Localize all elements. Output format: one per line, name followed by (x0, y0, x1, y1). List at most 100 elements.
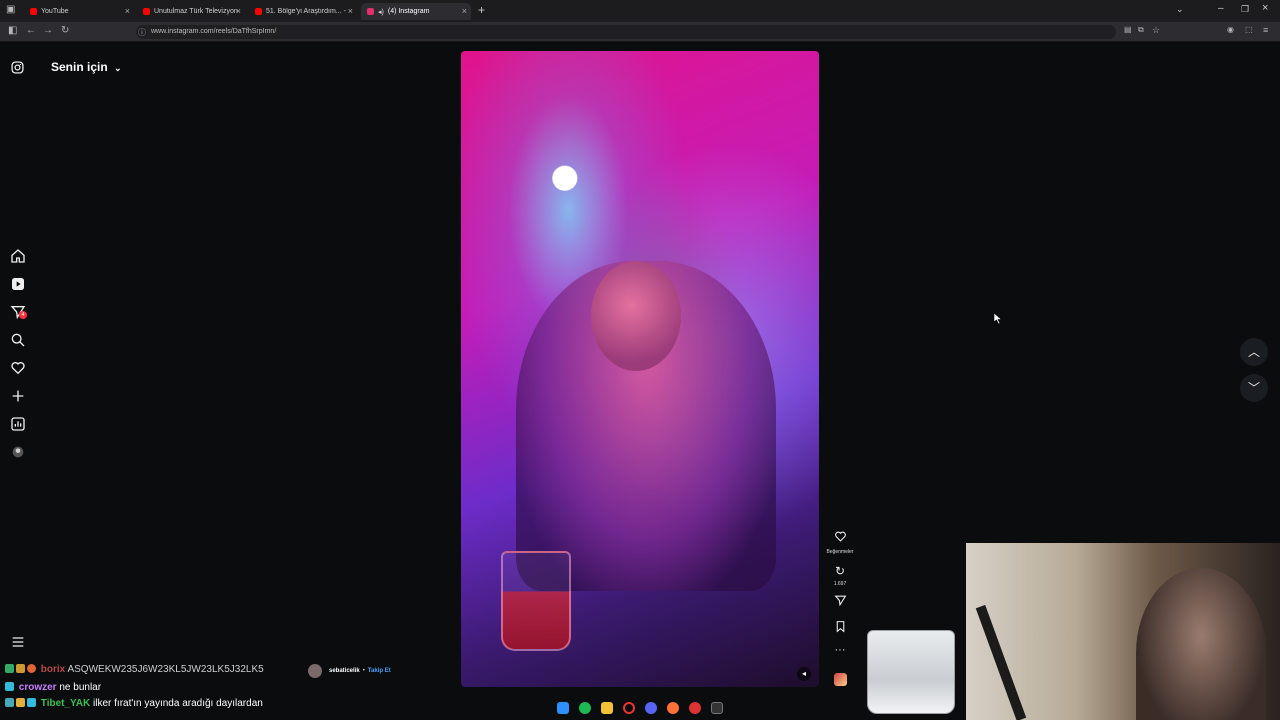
opera-icon[interactable] (623, 702, 635, 714)
file-explorer-icon[interactable] (601, 702, 613, 714)
chevron-down-icon: ⌄ (114, 63, 122, 73)
youtube-favicon-icon (255, 8, 262, 15)
tab-list-icon[interactable]: ⌄ (1176, 4, 1184, 15)
speaker-icon[interactable]: ◂) (378, 8, 384, 16)
youtube-favicon-icon (30, 8, 37, 15)
new-tab-button[interactable]: + (478, 3, 485, 17)
chat-text: ilker fırat'ın yayında aradığı dayılarda… (93, 698, 263, 709)
chat-text: ne bunlar (59, 682, 102, 693)
streamer (1136, 568, 1266, 720)
feed-selector[interactable]: Senin için ⌄ (51, 60, 122, 74)
create-icon[interactable] (10, 388, 26, 404)
profile-icon[interactable] (10, 444, 26, 460)
webcam-overlay (966, 543, 1280, 720)
windows-start-icon[interactable] (557, 702, 569, 714)
follow-notice: sebaticelik • Takip Et (308, 664, 391, 678)
like-button[interactable]: Beğenmeler (824, 530, 856, 555)
chat-username: crowzer (18, 682, 57, 693)
chat-message: crowzer ne bunlar (5, 682, 101, 693)
previous-reel-button[interactable]: ︿ (1240, 338, 1268, 366)
terminal-icon[interactable] (711, 702, 723, 714)
reel-video[interactable]: ◂ (461, 51, 819, 687)
bookmark-star-icon[interactable]: ☆ (1152, 25, 1160, 36)
send-icon (833, 595, 846, 607)
badge-icon (5, 664, 14, 673)
discord-icon[interactable] (645, 702, 657, 714)
tab-title: (4) Instagram (387, 8, 430, 15)
close-icon[interactable]: × (348, 6, 353, 16)
badge-icon (27, 698, 36, 707)
tab-51-bolge[interactable]: 51. Bölge'yi Araştırdım... - YouTube × (249, 3, 357, 20)
chat-message: Tibet_YAK ilker fırat'ın yayında aradığı… (5, 698, 263, 709)
microphone-arm (975, 604, 1027, 720)
repost-button[interactable]: ↻ 1.697 (824, 562, 856, 587)
menu-icon[interactable]: ≡ (1263, 25, 1268, 35)
feed-title: Senin için (51, 60, 108, 74)
close-icon[interactable]: × (462, 6, 467, 16)
badge-icon (5, 682, 14, 691)
tab-title: Unutulmaz Türk Televizyon (154, 8, 238, 15)
site-info-icon[interactable]: ⓘ (138, 27, 146, 38)
repost-icon: ↻ (834, 564, 846, 578)
firefox-icon[interactable] (667, 702, 679, 714)
translate-icon[interactable]: ⧉ (1138, 25, 1144, 35)
extensions-icon[interactable]: ⬚ (1245, 25, 1253, 34)
close-window-button[interactable]: × (1262, 2, 1268, 14)
heart-icon (834, 531, 846, 542)
chat-username: borix (40, 664, 66, 675)
bookmark-icon (836, 621, 844, 633)
tab-strip: ▣ YouTube × Unutulmaz Türk Televizyon × … (0, 0, 1280, 22)
repost-count: 1.697 (833, 581, 847, 587)
back-icon[interactable]: ← (26, 25, 36, 36)
tab-title: YouTube (41, 8, 69, 15)
audio-thumbnail[interactable] (834, 673, 847, 686)
follow-username: sebaticelik (329, 668, 360, 674)
restore-button[interactable]: ❐ (1241, 4, 1249, 15)
notifications-icon[interactable] (10, 360, 26, 376)
reload-icon[interactable]: ↻ (61, 25, 69, 36)
sidebar-panel-icon[interactable]: ◧ (8, 25, 17, 36)
app-icon[interactable] (689, 702, 701, 714)
mouse-cursor-icon (994, 313, 1002, 324)
video-glass (501, 551, 571, 651)
badge-icon (16, 664, 25, 673)
chat-text: ASQWEKW235J6W23KL5JW23LK5J32LK5 (67, 664, 264, 675)
reader-icon[interactable]: ▤ (1124, 25, 1132, 34)
video-subject-head (591, 261, 681, 371)
more-options-icon[interactable]: ··· (824, 644, 856, 656)
share-button[interactable] (824, 594, 856, 612)
badge-icon (27, 664, 36, 673)
follow-button[interactable]: Takip Et (368, 668, 391, 674)
tab-instagram[interactable]: ◂) (4) Instagram × (361, 3, 471, 20)
close-icon[interactable]: × (125, 6, 130, 16)
badge-icon (5, 698, 14, 707)
instagram-logo-icon[interactable] (11, 61, 24, 74)
url-field[interactable]: www.instagram.com/reels/DaTfhSrpImn/ (136, 25, 1116, 39)
like-label: Beğenmeler (826, 549, 854, 555)
instagram-favicon-icon (367, 8, 374, 15)
account-icon[interactable]: ◉ (1227, 25, 1234, 34)
home-icon[interactable] (10, 248, 26, 264)
badge-icon (16, 698, 25, 707)
minimize-button[interactable]: – (1218, 3, 1224, 14)
close-icon[interactable]: × (236, 6, 241, 16)
tab-title: 51. Bölge'yi Araştırdım... - YouTube (266, 8, 346, 15)
separator-dot: • (362, 668, 365, 674)
avatar (308, 664, 322, 678)
messages-badge: 4 (19, 311, 27, 319)
more-menu-icon[interactable] (10, 634, 26, 650)
youtube-favicon-icon (143, 8, 150, 15)
tab-youtube[interactable]: YouTube × (24, 3, 134, 20)
next-reel-button[interactable]: ﹀ (1240, 374, 1268, 402)
reels-icon[interactable] (10, 276, 26, 292)
forward-icon[interactable]: → (43, 25, 53, 36)
sidebar-toggle-icon[interactable]: ▣ (6, 4, 15, 15)
spotify-icon[interactable] (579, 702, 591, 714)
search-icon[interactable] (10, 332, 26, 348)
chat-message: borix ASQWEKW235J6W23KL5JW23LK5J32LK5 (5, 664, 264, 675)
volume-icon[interactable]: ◂ (797, 667, 811, 681)
dashboard-icon[interactable] (10, 416, 26, 432)
save-button[interactable] (824, 620, 856, 638)
cup-overlay (867, 630, 955, 714)
tab-unutulmaz[interactable]: Unutulmaz Türk Televizyon × (137, 3, 245, 20)
